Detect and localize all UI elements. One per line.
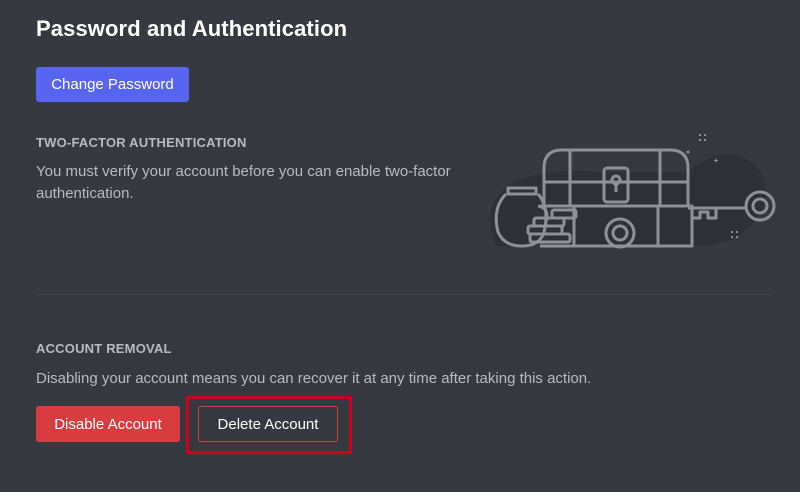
section-divider	[36, 294, 772, 295]
page-title: Password and Authentication	[36, 16, 348, 41]
account-removal-description: Disabling your account means you can rec…	[36, 370, 592, 387]
account-removal-heading: ACCOUNT REMOVAL	[36, 341, 172, 356]
delete-account-button[interactable]: Delete Account	[198, 406, 338, 442]
two-factor-description-line2: authentication.	[36, 185, 134, 202]
two-factor-description: You must verify your account before you …	[36, 161, 451, 205]
treasure-chest-illustration	[490, 134, 776, 249]
settings-page: Password and Authentication Change Passw…	[0, 0, 800, 492]
disable-account-button[interactable]: Disable Account	[36, 406, 180, 442]
two-factor-heading: TWO-FACTOR AUTHENTICATION	[36, 135, 247, 150]
change-password-button[interactable]: Change Password	[36, 67, 189, 102]
two-factor-description-line1: You must verify your account before you …	[36, 163, 451, 180]
